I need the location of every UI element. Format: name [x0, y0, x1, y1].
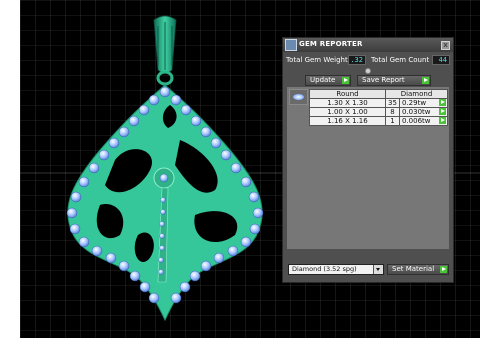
gem-weight-text: 0.030tw — [402, 108, 431, 116]
gem-weight-text: 0.006tw — [402, 117, 431, 125]
header-shape: Round — [309, 89, 386, 99]
gem-table: Round Diamond 1.30 X 1.30 35 0.29tw 1.00… — [309, 89, 448, 126]
total-gem-count-value: 44 — [432, 55, 450, 65]
set-material-label: Set Material — [392, 265, 435, 273]
panel-title: GEM REPORTER — [299, 40, 363, 48]
gem-size: 1.16 X 1.16 — [309, 116, 386, 126]
cad-viewport[interactable]: GEM REPORTER x Total Gem Weight .32 Tota… — [0, 0, 480, 360]
total-gem-weight-value: .32 — [348, 55, 366, 65]
play-arrow-icon[interactable] — [439, 117, 446, 124]
gem-reporter-icon — [285, 39, 297, 51]
close-button[interactable]: x — [441, 41, 450, 50]
round-gem-icon[interactable] — [289, 89, 308, 105]
update-label: Update — [310, 76, 336, 84]
total-gem-count-label: Total Gem Count — [371, 56, 430, 64]
table-row[interactable]: 1.00 X 1.00 8 0.030tw — [309, 107, 448, 117]
gem-count: 8 — [385, 107, 400, 117]
chevron-down-icon[interactable] — [373, 265, 383, 274]
save-report-button[interactable]: Save Report — [357, 75, 431, 86]
table-row[interactable]: 1.16 X 1.16 1 0.006tw — [309, 116, 448, 126]
gem-weight: 0.030tw — [399, 107, 448, 117]
play-arrow-icon — [422, 77, 429, 84]
play-arrow-icon[interactable] — [439, 108, 446, 115]
material-select[interactable]: Diamond (3.52 spg) — [288, 264, 384, 275]
center-gem — [159, 173, 169, 183]
header-material: Diamond — [385, 89, 448, 99]
gem-weight-text: 0.29tw — [402, 99, 427, 107]
save-report-label: Save Report — [362, 76, 405, 84]
play-arrow-icon[interactable] — [439, 99, 446, 106]
play-arrow-icon — [342, 77, 349, 84]
collapse-toggle[interactable] — [365, 68, 371, 74]
panel-titlebar[interactable]: GEM REPORTER x — [283, 38, 453, 52]
gem-count: 35 — [385, 98, 400, 108]
update-button[interactable]: Update — [305, 75, 351, 86]
play-arrow-icon — [440, 266, 447, 273]
table-row[interactable]: 1.30 X 1.30 35 0.29tw — [309, 98, 448, 108]
set-material-button[interactable]: Set Material — [387, 264, 449, 275]
gem-weight: 0.006tw — [399, 116, 448, 126]
gem-size: 1.00 X 1.00 — [309, 107, 386, 117]
total-gem-weight-label: Total Gem Weight — [286, 56, 348, 64]
gem-reporter-panel[interactable]: GEM REPORTER x Total Gem Weight .32 Tota… — [282, 37, 454, 283]
gem-count: 1 — [385, 116, 400, 126]
gem-table-area: Round Diamond 1.30 X 1.30 35 0.29tw 1.00… — [287, 87, 449, 249]
gem-size: 1.30 X 1.30 — [309, 98, 386, 108]
table-header-row: Round Diamond — [309, 89, 448, 99]
material-select-value: Diamond (3.52 spg) — [292, 265, 357, 273]
gem-weight: 0.29tw — [399, 98, 448, 108]
